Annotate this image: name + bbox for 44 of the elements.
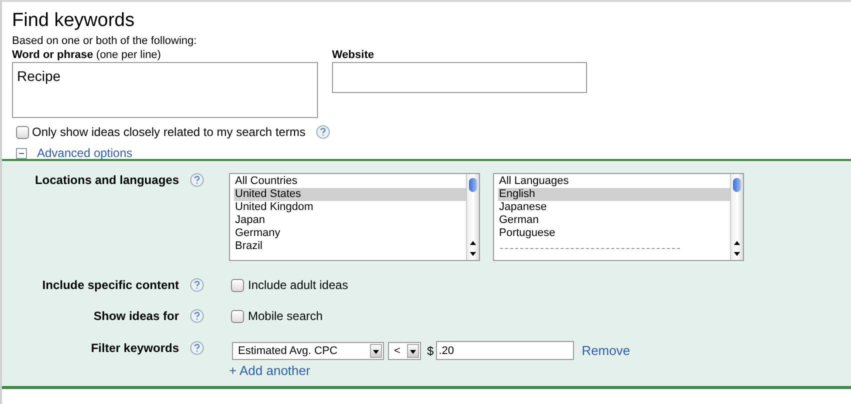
scrollbar[interactable] — [730, 174, 743, 260]
add-another-link[interactable]: + Add another — [229, 363, 630, 378]
checkbox[interactable] — [16, 126, 29, 138]
currency-symbol: $ — [427, 344, 434, 358]
scrollbar[interactable] — [466, 174, 479, 260]
list-option[interactable]: United Kingdom — [234, 201, 466, 214]
field-label: Website — [332, 48, 375, 62]
checkbox[interactable] — [231, 278, 244, 292]
advanced-options-link[interactable]: Advanced options — [37, 146, 132, 160]
list-option[interactable]: Germany — [234, 227, 466, 240]
remove-link[interactable]: Remove — [582, 343, 630, 358]
field-label: Word or phrase (one per line) — [12, 48, 162, 62]
listbox[interactable]: All Languages English Japanese German Portuguese — [493, 173, 744, 261]
option-label: Locations and languages — [34, 173, 179, 187]
help-icon[interactable] — [190, 309, 204, 323]
help-icon[interactable] — [190, 173, 204, 187]
checkbox-label: Mobile search — [248, 309, 323, 323]
listbox[interactable]: All Countries United States United Kingdom Japan Germany Brazil — [229, 173, 480, 261]
help-icon[interactable] — [316, 125, 330, 139]
checkbox-label: Include adult ideas — [248, 278, 348, 292]
list-option[interactable]: United States — [234, 188, 466, 201]
metric-dropdown[interactable]: Estimated Avg. CPC — [232, 342, 384, 360]
value-input[interactable]: .20 — [436, 341, 574, 360]
operator-dropdown[interactable]: < — [388, 342, 421, 360]
website-input[interactable] — [332, 62, 587, 93]
list-option[interactable]: Portuguese — [498, 227, 730, 240]
list-option[interactable]: English — [498, 188, 730, 201]
help-icon[interactable] — [190, 278, 204, 292]
subtitle: Based on one or both of the following: — [12, 34, 198, 48]
collapse-icon[interactable] — [16, 148, 27, 158]
option-label: Include specific content — [42, 278, 179, 292]
checkbox-label: Only show ideas closely related to my search terms — [32, 125, 306, 139]
list-option[interactable]: All Countries — [234, 175, 466, 188]
list-option[interactable]: All Languages — [498, 175, 730, 188]
keyword-textarea[interactable]: Recipe — [12, 62, 318, 118]
list-option[interactable]: Japanese — [498, 201, 730, 214]
list-option[interactable]: Japan — [234, 214, 466, 227]
list-option[interactable]: Brazil — [234, 240, 466, 253]
list-option[interactable]: German — [498, 214, 730, 227]
checkbox[interactable] — [231, 310, 244, 322]
help-icon[interactable] — [190, 341, 204, 355]
page-title: Find keywords — [12, 10, 136, 32]
option-label: Show ideas for — [94, 309, 179, 323]
option-label: Filter keywords — [90, 341, 179, 355]
